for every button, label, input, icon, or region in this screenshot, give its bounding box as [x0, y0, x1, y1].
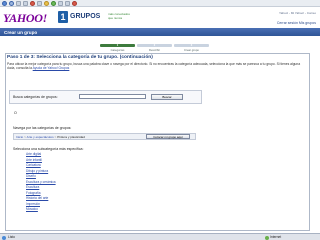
- favorites-icon[interactable]: [44, 0, 49, 6]
- page-bar-title: Crear un grupo: [4, 29, 38, 35]
- search-icon[interactable]: [37, 0, 42, 6]
- globe-icon: [265, 235, 269, 240]
- stop-icon[interactable]: [16, 0, 21, 6]
- status-text: Listo: [8, 235, 15, 239]
- progress-step-3-label: Crear grupo: [184, 48, 199, 52]
- breadcrumb-home[interactable]: Inicio: [16, 135, 23, 139]
- search-button[interactable]: Buscar: [151, 93, 183, 100]
- top-links[interactable]: Yahoo! - Mi Yahoo! - Correo: [279, 11, 316, 15]
- print-icon[interactable]: [65, 0, 70, 6]
- groups-wordmark[interactable]: GRUPOS: [70, 13, 100, 20]
- mail-icon[interactable]: [58, 0, 63, 6]
- step-progress: 1 Categorías 2 Describir 3 Crear grupo: [100, 42, 210, 52]
- subcategory-list: Arte digital Arte infantil Caricatura Di…: [26, 152, 106, 213]
- back-icon[interactable]: [2, 0, 7, 6]
- progress-step-1-number: 1: [116, 44, 119, 47]
- progress-step-3-number: 3: [190, 44, 193, 47]
- yahoo-logo[interactable]: YAHOO!: [3, 11, 47, 26]
- page-icon: [2, 235, 6, 240]
- breadcrumb-arts[interactable]: Arte y espectáculos: [27, 135, 54, 139]
- help-link[interactable]: Ayuda de Yahoo! Grupos: [33, 66, 70, 70]
- progress-step-2-label: Describir: [148, 48, 161, 52]
- place-group-here-button[interactable]: Colocar mi grupo aquí: [146, 134, 190, 139]
- session-links[interactable]: Cerrar sesión Mis grupos: [277, 21, 316, 25]
- status-bar: Listo Internet: [0, 233, 320, 240]
- home-icon[interactable]: [30, 0, 35, 6]
- page-title-bar: Crear un grupo: [0, 28, 320, 36]
- history-icon[interactable]: [51, 0, 56, 6]
- groups-badge-icon: 1: [58, 11, 68, 23]
- tagline-line2: que nunca: [108, 15, 123, 20]
- site-header: YAHOO! 1 GRUPOS más conectados que nunca…: [0, 8, 320, 27]
- progress-step-2-number: 2: [153, 44, 156, 47]
- zone-text: Internet: [270, 235, 282, 239]
- refresh-icon[interactable]: [23, 0, 28, 6]
- breadcrumb-current: Pintura y plasticidad: [57, 135, 85, 139]
- progress-step-1-label: Categorías: [110, 48, 125, 52]
- browse-title: Navega por las categorías de grupos:: [13, 126, 72, 130]
- subcategories-title: Selecciona una subcategoría más específi…: [13, 147, 84, 151]
- step-description: Para ubicar la mejor categoría para tu g…: [7, 62, 303, 70]
- forward-icon[interactable]: [9, 0, 14, 6]
- browser-toolbar: [0, 0, 320, 7]
- edit-icon[interactable]: [72, 0, 77, 6]
- search-label: Busca categorías de grupos:: [13, 95, 58, 99]
- category-search-input[interactable]: [79, 94, 146, 99]
- or-label: O: [14, 111, 17, 115]
- step-title: Paso 1 de 3: Selecciona la categoría de …: [7, 55, 153, 60]
- groups-tagline: más conectados que nunca: [108, 12, 130, 20]
- subcategory-item[interactable]: Mosaico: [26, 207, 106, 213]
